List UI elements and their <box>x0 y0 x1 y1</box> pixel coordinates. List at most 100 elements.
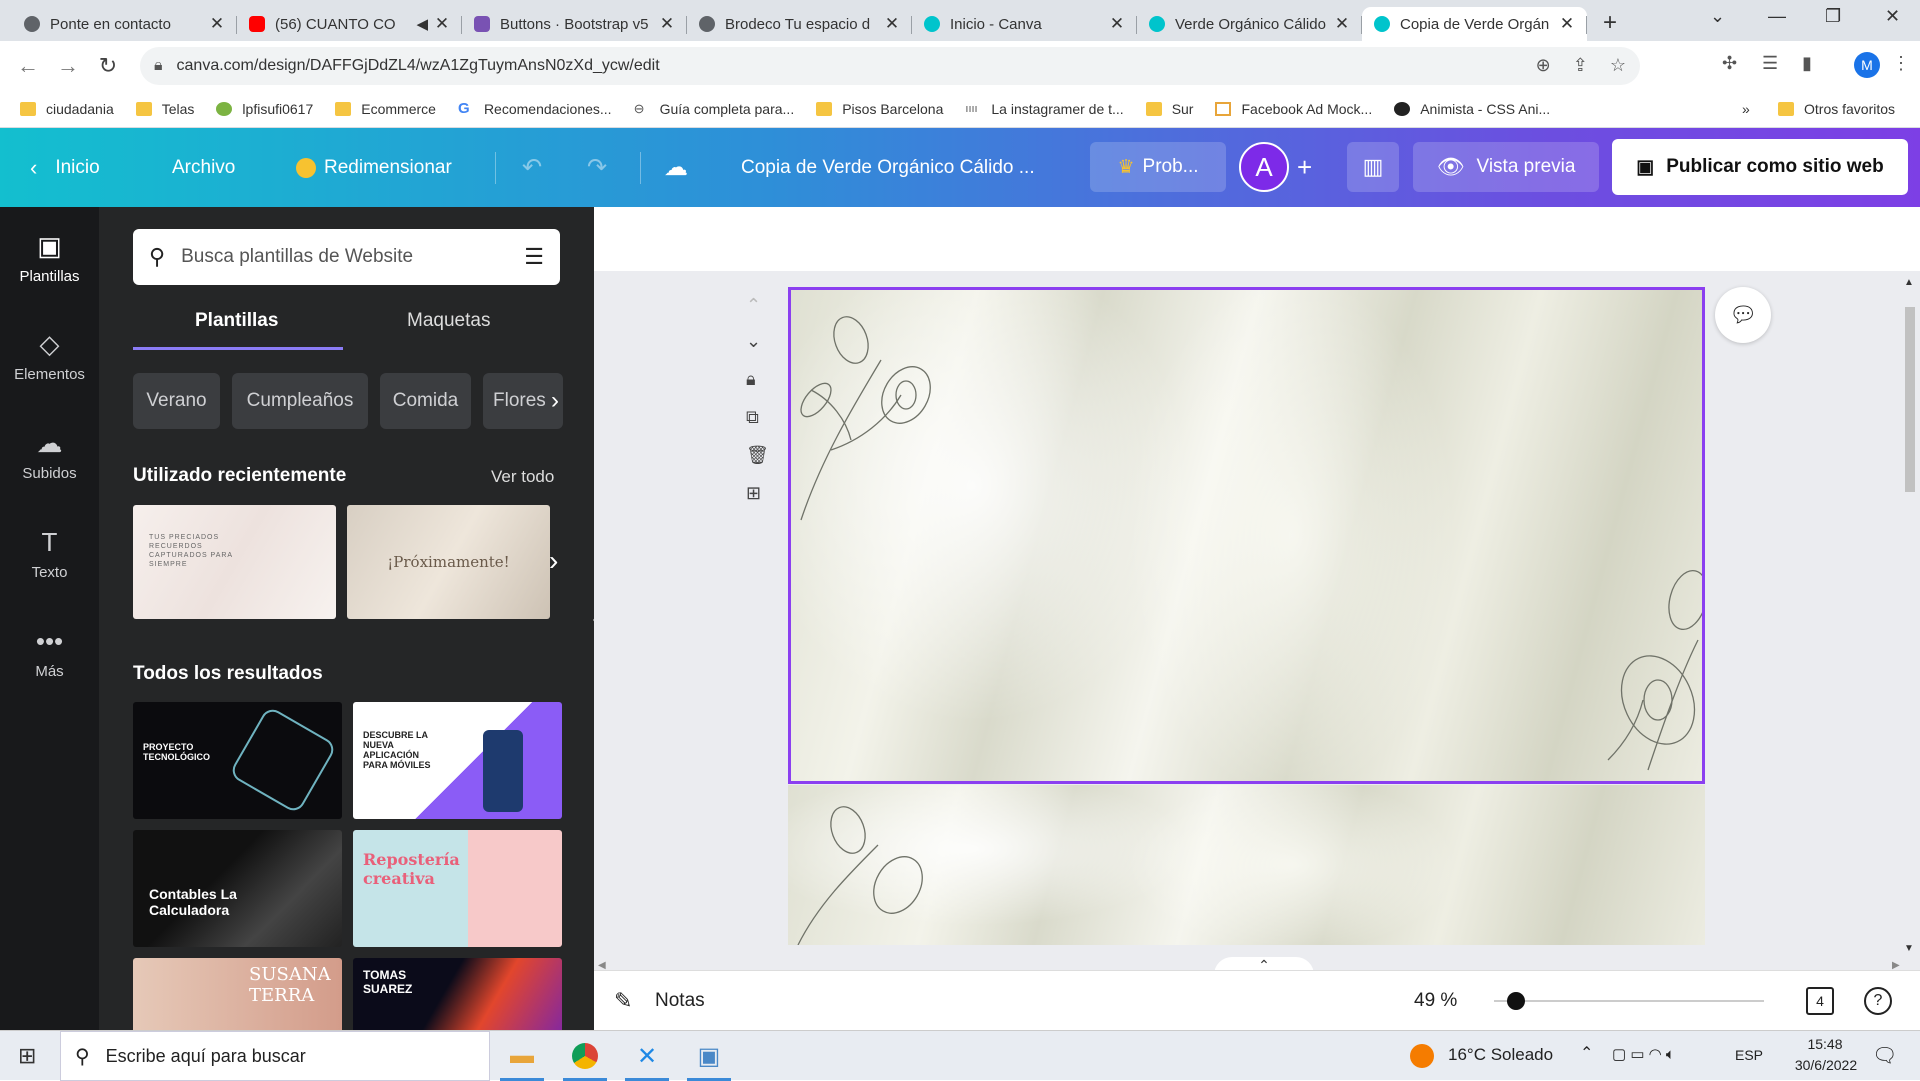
chrome-icon[interactable] <box>555 1031 615 1081</box>
chip-food[interactable]: Comida <box>380 373 471 429</box>
undo-icon[interactable]: ↶ <box>522 128 542 207</box>
chevron-up-icon[interactable]: ⌃ <box>1580 1043 1593 1063</box>
reload-icon[interactable]: ↻ <box>88 53 128 79</box>
bookmark-item[interactable]: Sur <box>1145 101 1193 117</box>
clock-date[interactable]: 30/6/2022 <box>1776 1057 1876 1073</box>
filter-sliders-icon[interactable]: ☰ <box>524 244 544 270</box>
rail-item-more[interactable]: ••• Más <box>0 626 99 680</box>
browser-tab[interactable]: (56) CUANTO CO ◀ ✕ <box>237 7 462 41</box>
more-bookmarks-button[interactable]: » <box>1742 101 1750 117</box>
extensions-icon[interactable]: ✣ <box>1722 53 1737 74</box>
browser-tab[interactable]: Ponte en contacto ✕ <box>12 7 237 41</box>
bookmark-item[interactable]: Animista - CSS Ani... <box>1394 101 1550 117</box>
notes-icon[interactable]: ✎ <box>614 988 632 1014</box>
system-tray-icons[interactable]: ▢ ▭ ◠ 🔈︎ <box>1612 1045 1675 1063</box>
result-template-thumb[interactable]: SUSANA TERRA <box>133 958 342 1030</box>
lock-icon[interactable]: 🔒︎ <box>746 369 756 390</box>
design-page-2[interactable] <box>788 785 1705 945</box>
other-favorites[interactable]: Otros favoritos <box>1778 101 1895 117</box>
browser-tab-active[interactable]: Copia de Verde Orgán ✕ <box>1362 7 1587 41</box>
add-comment-button[interactable]: 💬︎ <box>1715 287 1771 343</box>
redo-icon[interactable]: ↷ <box>587 128 607 207</box>
result-template-thumb[interactable]: Contables La Calculadora <box>133 830 342 947</box>
rail-item-uploads[interactable]: ☁ Subidos <box>0 428 99 482</box>
notifications-icon[interactable]: 🗨︎ <box>1872 1043 1897 1068</box>
add-page-icon[interactable]: ⊞ <box>746 483 761 504</box>
rail-item-templates[interactable]: ▣ Plantillas <box>0 231 99 285</box>
bookmark-item[interactable]: lpfisufi0617 <box>216 101 313 117</box>
help-button[interactable]: ? <box>1864 987 1892 1015</box>
see-all-link[interactable]: Ver todo <box>491 467 554 487</box>
side-panel-icon[interactable]: ▮ <box>1802 53 1812 74</box>
close-icon[interactable]: ✕ <box>209 14 225 34</box>
recent-template-thumb[interactable]: TUS PRECIADOS RECUERDOS CAPTURADOS PARA … <box>133 505 336 619</box>
vscode-icon[interactable]: ✕ <box>617 1031 677 1081</box>
browser-tab[interactable]: Buttons · Bootstrap v5 ✕ <box>462 7 687 41</box>
vertical-scrollbar[interactable]: ▲ ▼ <box>1900 277 1918 957</box>
template-search-input[interactable]: ⚲ Busca plantillas de Website ☰ <box>133 229 560 285</box>
browser-tab[interactable]: Verde Orgánico Cálido ✕ <box>1137 7 1362 41</box>
zoom-slider-track[interactable] <box>1494 1000 1764 1002</box>
insights-chart-icon[interactable]: ▥ <box>1347 142 1399 192</box>
duplicate-page-icon[interactable]: ⧉ <box>746 407 759 428</box>
home-button[interactable]: ‹ Inicio <box>30 128 100 207</box>
publish-website-button[interactable]: ▣ Publicar como sitio web <box>1612 139 1908 195</box>
pro-button[interactable]: ♛ Prob... <box>1090 142 1226 192</box>
language-indicator[interactable]: ESP <box>1735 1047 1763 1063</box>
chip-flowers[interactable]: Flores › <box>483 373 563 429</box>
chip-birthday[interactable]: Cumpleaños <box>232 373 368 429</box>
zoom-icon[interactable]: ⊕ <box>1536 55 1551 76</box>
star-icon[interactable]: ☆ <box>1610 55 1626 76</box>
rail-item-elements[interactable]: ◇ Elementos <box>0 329 99 383</box>
close-icon[interactable]: ✕ <box>1559 14 1575 34</box>
speaker-icon[interactable]: ◀ <box>416 15 428 33</box>
weather-text[interactable]: 16°C Soleado <box>1448 1045 1553 1065</box>
clock-time[interactable]: 15:48 <box>1795 1036 1855 1052</box>
close-window-icon[interactable]: ✕ <box>1885 6 1900 27</box>
resize-button[interactable]: Redimensionar <box>296 128 452 207</box>
design-title[interactable]: Copia de Verde Orgánico Cálido ... <box>741 128 1035 207</box>
design-page-1[interactable] <box>788 287 1705 784</box>
windows-start-icon[interactable]: ⊞ <box>18 1043 36 1069</box>
trash-icon[interactable]: 🗑︎ <box>746 445 769 466</box>
profile-avatar[interactable]: M <box>1854 52 1880 78</box>
back-arrow-icon[interactable]: ← <box>8 53 48 79</box>
scroll-up-arrow[interactable]: ▲ <box>1904 277 1914 288</box>
url-field[interactable]: 🔒︎ canva.com/design/DAFFGjDdZL4/wzA1ZgTu… <box>140 47 1640 85</box>
scrollbar-thumb[interactable] <box>1905 307 1915 492</box>
notes-button[interactable]: Notas <box>655 990 705 1012</box>
restore-icon[interactable]: ❐ <box>1825 6 1841 27</box>
result-template-thumb[interactable]: TOMAS SUAREZ <box>353 958 562 1030</box>
bookmark-item[interactable]: Ecommerce <box>335 101 436 117</box>
cloud-saved-icon[interactable]: ☁ <box>664 128 688 207</box>
close-icon[interactable]: ✕ <box>884 14 900 34</box>
browser-tab[interactable]: Brodeco Tu espacio d ✕ <box>687 7 912 41</box>
bookmark-item[interactable]: ıııı La instagramer de t... <box>965 101 1123 117</box>
browser-tab[interactable]: Inicio - Canva ✕ <box>912 7 1137 41</box>
result-template-thumb[interactable]: PROYECTO TECNOLÓGICO <box>133 702 342 819</box>
page-count-button[interactable]: 4 <box>1806 987 1834 1015</box>
user-avatar[interactable]: A <box>1239 142 1289 192</box>
preview-button[interactable]: 👁︎ Vista previa <box>1413 142 1599 192</box>
recent-template-thumb[interactable]: ¡Próximamente! <box>347 505 550 619</box>
bookmark-item[interactable]: ⊖ Guía completa para... <box>634 101 795 117</box>
chevron-right-icon[interactable]: › <box>549 545 558 577</box>
bookmark-item[interactable]: ciudadania <box>20 101 114 117</box>
chip-summer[interactable]: Verano <box>133 373 220 429</box>
chevron-up-icon[interactable]: ⌃ <box>746 295 761 316</box>
taskbar-search-input[interactable]: ⚲ Escribe aquí para buscar <box>60 1031 490 1081</box>
close-icon[interactable]: ✕ <box>1334 14 1350 34</box>
forward-arrow-icon[interactable]: → <box>48 53 88 79</box>
zoom-value[interactable]: 49 % <box>1414 990 1457 1012</box>
rail-item-text[interactable]: T Texto <box>0 527 99 581</box>
tab-mockups[interactable]: Maquetas <box>407 310 490 332</box>
chevron-down-icon[interactable]: ⌄ <box>1710 6 1725 27</box>
file-menu[interactable]: Archivo <box>172 128 235 207</box>
close-icon[interactable]: ✕ <box>1109 14 1125 34</box>
new-tab-button[interactable]: + <box>1587 7 1633 41</box>
bookmark-item[interactable]: Pisos Barcelona <box>816 101 943 117</box>
add-people-icon[interactable]: + <box>1297 128 1312 207</box>
close-icon[interactable]: ✕ <box>434 14 450 34</box>
bookmark-item[interactable]: G Recomendaciones... <box>458 101 612 117</box>
minimize-icon[interactable]: — <box>1768 6 1786 27</box>
